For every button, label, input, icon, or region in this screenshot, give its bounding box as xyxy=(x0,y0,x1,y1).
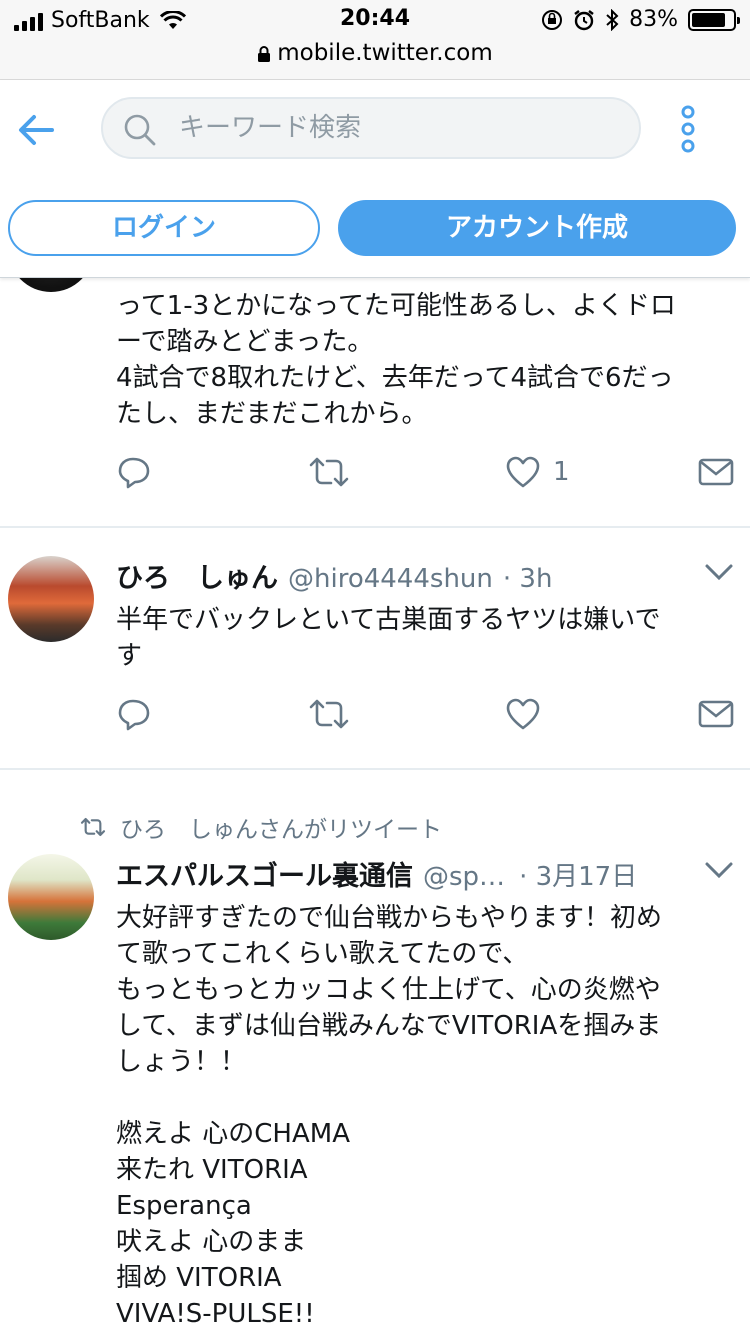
reply-button[interactable] xyxy=(116,694,152,734)
retweet-label: ひろ しゅんさんがリツイート xyxy=(120,817,442,843)
tweet-text: 半年でバックレといて古巣面するヤツは嫌いで す xyxy=(116,605,661,671)
avatar[interactable] xyxy=(8,556,94,642)
retweet-button[interactable] xyxy=(308,694,350,734)
dm-icon xyxy=(698,458,734,486)
url-text: mobile.twitter.com xyxy=(277,40,493,66)
reply-icon xyxy=(118,457,150,489)
tweet-actions xyxy=(0,694,750,734)
reply-icon xyxy=(118,699,150,731)
author-name: エスパルスゴール裏通信 xyxy=(116,861,413,892)
dm-icon xyxy=(698,700,734,728)
author-name: ひろ しゅん xyxy=(116,563,278,594)
alarm-icon xyxy=(574,9,594,30)
top-header: ログイン アカウント作成 xyxy=(0,80,750,278)
retweet-icon xyxy=(309,699,349,729)
battery-fill xyxy=(692,12,726,27)
status-right: 83% xyxy=(541,7,740,32)
reply-button[interactable] xyxy=(116,452,152,492)
like-button[interactable] xyxy=(505,694,541,734)
divider xyxy=(0,768,750,770)
search-input[interactable] xyxy=(179,109,619,147)
tweet-author[interactable]: ひろ しゅん @hiro4444shun · 3h xyxy=(116,556,552,595)
avatar[interactable] xyxy=(8,854,94,940)
dm-button[interactable] xyxy=(698,694,734,734)
chevron-down-icon[interactable] xyxy=(704,860,734,880)
address-bar[interactable]: mobile.twitter.com xyxy=(0,40,750,66)
tweet-text: 大好評すぎたので仙台戦からもやります！初め て歌ってこれくらい歌えてたので、 も… xyxy=(116,903,663,1329)
tweet-text: って1-3とかになってた可能性あるし、よくドロ ーで踏みとどまった。 4試合で8… xyxy=(116,291,676,429)
search-icon xyxy=(124,114,156,146)
like-icon xyxy=(506,456,540,488)
lock-icon xyxy=(258,46,271,62)
author-handle: @sp… xyxy=(423,862,506,892)
tweet-time: · 3月17日 xyxy=(519,862,638,892)
battery-icon xyxy=(688,8,740,31)
battery-percent: 83% xyxy=(629,7,678,32)
like-count: 1 xyxy=(553,457,570,487)
tweet-author[interactable]: エスパルスゴール裏通信 @sp… · 3月17日 xyxy=(116,854,637,893)
tweet-time: · 3h xyxy=(502,564,553,594)
author-handle: @hiro4444shun xyxy=(288,564,493,594)
retweet-context: ひろ しゅんさんがリツイート xyxy=(80,810,442,844)
retweet-button[interactable] xyxy=(308,452,350,492)
rotation-lock-icon xyxy=(542,9,563,30)
bluetooth-icon xyxy=(606,8,619,31)
like-icon xyxy=(506,698,540,730)
retweet-icon xyxy=(309,457,349,487)
search-bar[interactable] xyxy=(101,97,641,159)
retweet-icon xyxy=(80,817,106,837)
tweet-actions: 1 xyxy=(0,452,750,492)
signup-button[interactable]: アカウント作成 xyxy=(338,200,736,256)
login-button[interactable]: ログイン xyxy=(8,200,320,256)
more-icon[interactable] xyxy=(676,104,700,154)
status-bar: SoftBank 20:44 83% mobile.twitter.com xyxy=(0,0,750,80)
back-arrow-icon[interactable] xyxy=(16,110,56,150)
divider xyxy=(0,526,750,528)
dm-button[interactable] xyxy=(698,452,734,492)
like-button[interactable]: 1 xyxy=(505,452,570,492)
chevron-down-icon[interactable] xyxy=(704,562,734,582)
